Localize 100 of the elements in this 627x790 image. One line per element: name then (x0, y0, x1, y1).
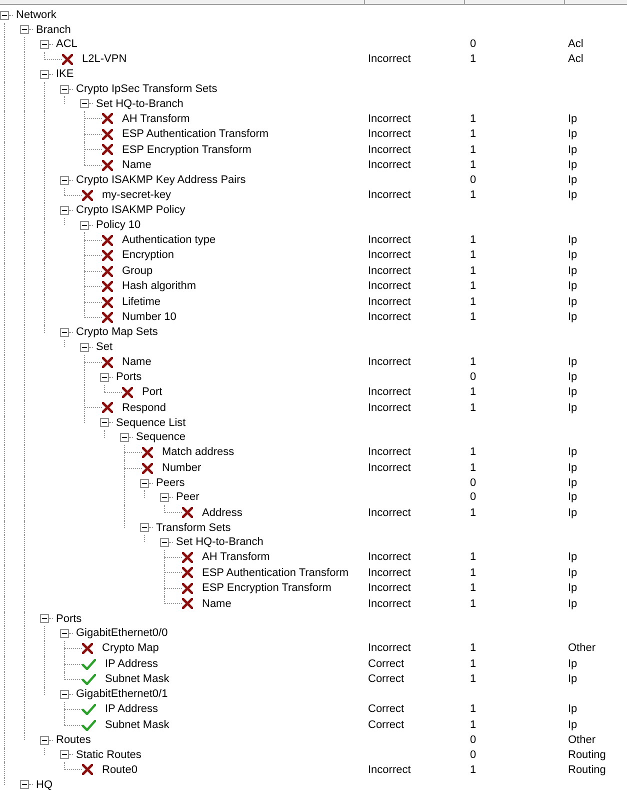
item-label: Hash algorithm (122, 279, 196, 294)
expander-toggle[interactable] (100, 372, 109, 382)
points-text: 1 (470, 718, 476, 731)
component-text: Ip (568, 174, 578, 186)
component-text: Ip (568, 703, 578, 716)
expander-toggle[interactable] (100, 418, 109, 428)
component-text: Ip (568, 128, 578, 140)
points-text: 1 (470, 249, 476, 262)
points-text: 1 (470, 280, 476, 292)
item-label: Crypto IpSec Transform Sets (76, 82, 218, 97)
item-label: Set HQ-to-Branch (96, 96, 184, 112)
points-text: 1 (470, 112, 476, 125)
component-text: Ip (568, 249, 578, 262)
check-icon (82, 674, 96, 686)
points-text: 1 (470, 356, 476, 368)
expander-toggle[interactable] (80, 99, 89, 108)
expander-toggle[interactable] (60, 750, 69, 760)
item-label: Set (96, 340, 113, 355)
expander-toggle[interactable] (60, 84, 69, 94)
status-text: Incorrect (368, 280, 411, 292)
component-text: Ip (568, 582, 578, 594)
status-text: Correct (368, 703, 404, 716)
status-text: Incorrect (368, 264, 411, 277)
expander-toggle[interactable] (20, 25, 29, 34)
component-text: Ip (568, 159, 578, 172)
item-label: Crypto Map Sets (76, 325, 158, 340)
item-label: Port (142, 385, 162, 400)
item-label: ESP Authentication Transform (202, 566, 349, 581)
item-label: Network (16, 8, 56, 24)
component-text: Ip (568, 311, 578, 324)
cross-icon (102, 160, 113, 171)
check-icon (82, 704, 96, 716)
points-text: 1 (470, 658, 476, 670)
component-text: Ip (568, 234, 578, 246)
status-text: Incorrect (368, 386, 411, 398)
status-text: Incorrect (368, 112, 411, 125)
points-text: 1 (470, 159, 476, 172)
status-text: Incorrect (368, 598, 411, 610)
status-text: Incorrect (368, 296, 411, 308)
component-text: Ip (568, 566, 578, 579)
cross-icon (102, 281, 113, 292)
item-label: ESP Encryption Transform (122, 142, 252, 158)
item-label: GigabitEthernet0/0 (76, 626, 168, 642)
points-text: 1 (470, 386, 476, 398)
expander-toggle[interactable] (80, 342, 89, 352)
expander-toggle[interactable] (0, 10, 9, 20)
item-label: ESP Encryption Transform (202, 581, 332, 596)
cross-icon (82, 643, 93, 654)
component-text: Ip (568, 402, 578, 414)
item-label: L2L-VPN (82, 52, 127, 68)
status-text: Incorrect (368, 234, 411, 246)
cross-icon (182, 582, 193, 594)
status-text: Incorrect (368, 462, 411, 474)
expander-toggle[interactable] (40, 736, 49, 745)
component-text: Ip (568, 718, 578, 731)
cross-icon (62, 54, 73, 66)
cross-icon (182, 507, 193, 518)
expander-toggle[interactable] (40, 70, 49, 80)
points-text: 1 (470, 642, 476, 654)
status-text: Incorrect (368, 402, 411, 414)
expander-toggle[interactable] (140, 478, 149, 488)
cross-icon (102, 250, 113, 262)
item-label: Ports (56, 612, 82, 627)
item-label: GigabitEthernet0/1 (76, 687, 168, 702)
expander-toggle[interactable] (160, 493, 169, 502)
expander-toggle[interactable] (40, 40, 49, 49)
expander-toggle[interactable] (140, 523, 149, 532)
expander-toggle[interactable] (60, 629, 69, 638)
status-text: Correct (368, 718, 404, 731)
status-text: Incorrect (368, 189, 411, 202)
status-text: Incorrect (368, 566, 411, 579)
expander-toggle[interactable] (20, 780, 29, 790)
points-text: 1 (470, 234, 476, 246)
points-text: 0 (470, 174, 476, 186)
expander-toggle[interactable] (60, 206, 69, 215)
expander-toggle[interactable] (80, 220, 89, 230)
cross-icon (102, 356, 113, 368)
expander-toggle[interactable] (40, 614, 49, 624)
expander-toggle[interactable] (160, 538, 169, 547)
component-text: Other (568, 642, 596, 654)
item-label: ACL (56, 37, 78, 52)
expander-toggle[interactable] (120, 433, 129, 442)
item-label: my-secret-key (102, 188, 172, 204)
component-text: Ip (568, 144, 578, 156)
expander-toggle[interactable] (60, 690, 69, 700)
expander-toggle[interactable] (60, 176, 69, 185)
component-text: Ip (568, 598, 578, 610)
item-label: Address (202, 506, 242, 520)
points-text: 1 (470, 128, 476, 140)
item-label: Sequence List (116, 416, 186, 431)
check-icon (82, 658, 96, 670)
component-text: Acl (568, 53, 584, 66)
status-text: Incorrect (368, 356, 411, 368)
item-label: Group (122, 264, 153, 279)
expander-toggle[interactable] (60, 328, 69, 338)
points-text: 1 (470, 598, 476, 610)
points-text: 1 (470, 189, 476, 202)
item-label: Static Routes (76, 748, 142, 763)
component-text: Ip (568, 551, 578, 564)
points-text: 0 (470, 38, 476, 50)
